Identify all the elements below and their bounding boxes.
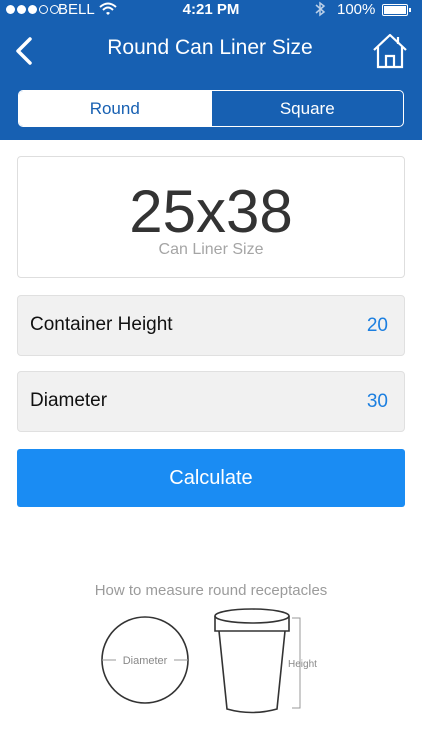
page-title: Round Can Liner Size xyxy=(107,36,313,59)
field-label: Diameter xyxy=(30,390,108,411)
measurement-illustration: Diameter Height xyxy=(101,608,317,714)
container-height-field[interactable]: Container Height 20 xyxy=(17,295,405,356)
result-card: 25x38 Can Liner Size xyxy=(17,156,405,278)
container-rim xyxy=(214,608,290,624)
header: BELL 4:21 PM 100% Round Can Liner Size R… xyxy=(0,0,422,140)
shape-segmented-control: Round Square xyxy=(18,90,404,127)
segment-square[interactable]: Square xyxy=(210,91,404,126)
diameter-field[interactable]: Diameter 30 xyxy=(17,371,405,432)
bluetooth-icon xyxy=(314,1,326,21)
battery-percent: 100% xyxy=(337,1,376,18)
diameter-input[interactable]: 30 xyxy=(367,391,388,413)
calculate-button[interactable]: Calculate xyxy=(17,449,405,507)
status-bar: BELL 4:21 PM 100% xyxy=(0,0,422,22)
result-value: 25x38 xyxy=(129,178,293,245)
home-button[interactable] xyxy=(370,30,410,70)
home-icon xyxy=(373,33,407,69)
battery-icon xyxy=(382,4,411,16)
chevron-left-icon xyxy=(16,37,32,65)
height-label: Height xyxy=(288,659,317,670)
field-label: Container Height xyxy=(30,314,173,335)
result-label: Can Liner Size xyxy=(158,241,264,258)
segment-round[interactable]: Round xyxy=(19,91,211,126)
back-button[interactable] xyxy=(10,32,40,70)
container-body xyxy=(218,630,286,714)
diameter-label: Diameter xyxy=(123,655,168,667)
container-height-input[interactable]: 20 xyxy=(367,315,388,337)
howto-title: How to measure round receptacles xyxy=(94,582,328,599)
